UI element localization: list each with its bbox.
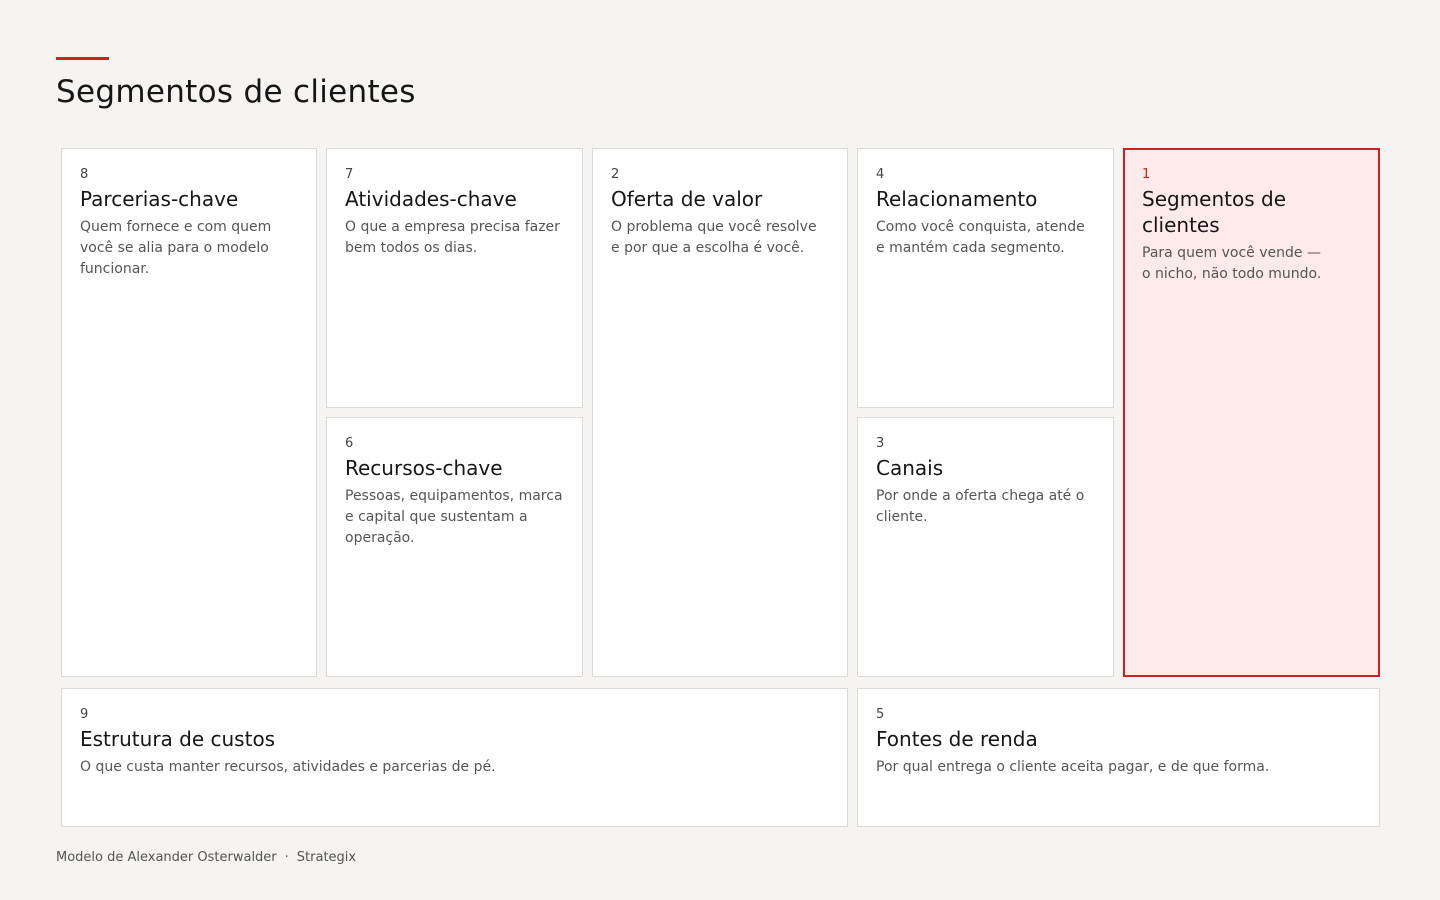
block-title: Oferta de valor (611, 187, 763, 211)
block-description: Quem fornece e com quem você se alia par… (80, 219, 272, 277)
block-title: Estrutura de custos (80, 727, 276, 751)
block-description: Como você conquista, atende e mantém cad… (876, 219, 1085, 256)
footer: Modelo de Alexander Osterwalder · Strategi… (56, 850, 356, 865)
footer-author: Modelo de Alexander Osterwalder (56, 850, 277, 865)
block-description: Para quem você vende — o nicho, não todo… (1142, 245, 1322, 282)
block-relacionamento[interactable]: 4 Relacionamento Como você conquista, at… (857, 148, 1114, 408)
block-title: Canais (876, 456, 944, 480)
block-description: Pessoas, equipamentos, marca e capital q… (345, 488, 563, 546)
block-number: 3 (876, 436, 885, 451)
block-title: Recursos-chave (345, 456, 503, 480)
block-title: Parcerias-chave (80, 187, 239, 211)
accent-bar (56, 57, 109, 60)
block-segmentos-de-clientes[interactable]: 1 Segmentos de clientes Para quem você v… (1123, 148, 1380, 677)
block-oferta-de-valor[interactable]: 2 Oferta de valor O problema que você re… (592, 148, 848, 677)
block-fontes-de-renda[interactable]: 5 Fontes de renda Por qual entrega o cli… (857, 688, 1380, 827)
block-number: 4 (876, 167, 885, 182)
block-number: 6 (345, 436, 354, 451)
block-number: 9 (80, 707, 89, 722)
block-description: O que custa manter recursos, atividades … (80, 759, 496, 775)
block-number: 8 (80, 167, 89, 182)
block-number: 2 (611, 167, 620, 182)
block-title: Segmentos de clientes (1142, 187, 1287, 237)
block-number: 1 (1142, 167, 1151, 182)
block-estrutura-de-custos[interactable]: 9 Estrutura de custos O que custa manter… (61, 688, 848, 827)
block-atividades-chave[interactable]: 7 Atividades-chave O que a empresa preci… (326, 148, 583, 408)
block-canais[interactable]: 3 Canais Por onde a oferta chega até o c… (857, 417, 1114, 677)
block-title: Relacionamento (876, 187, 1038, 211)
block-recursos-chave[interactable]: 6 Recursos-chave Pessoas, equipamentos, … (326, 417, 583, 677)
block-parcerias-chave[interactable]: 8 Parcerias-chave Quem fornece e com que… (61, 148, 317, 677)
block-description: Por onde a oferta chega até o cliente. (876, 488, 1085, 525)
block-title: Atividades-chave (345, 187, 517, 211)
footer-brand: Strategix (296, 850, 357, 865)
block-title: Fontes de renda (876, 727, 1038, 751)
block-number: 7 (345, 167, 354, 182)
block-number: 5 (876, 707, 885, 722)
block-description: O problema que você resolve e por que a … (611, 219, 817, 256)
page-title: Segmentos de clientes (56, 74, 416, 110)
block-description: O que a empresa precisa fazer bem todos … (345, 219, 560, 256)
block-description: Por qual entrega o cliente aceita pagar,… (876, 759, 1270, 775)
footer-separator: · (284, 850, 289, 865)
